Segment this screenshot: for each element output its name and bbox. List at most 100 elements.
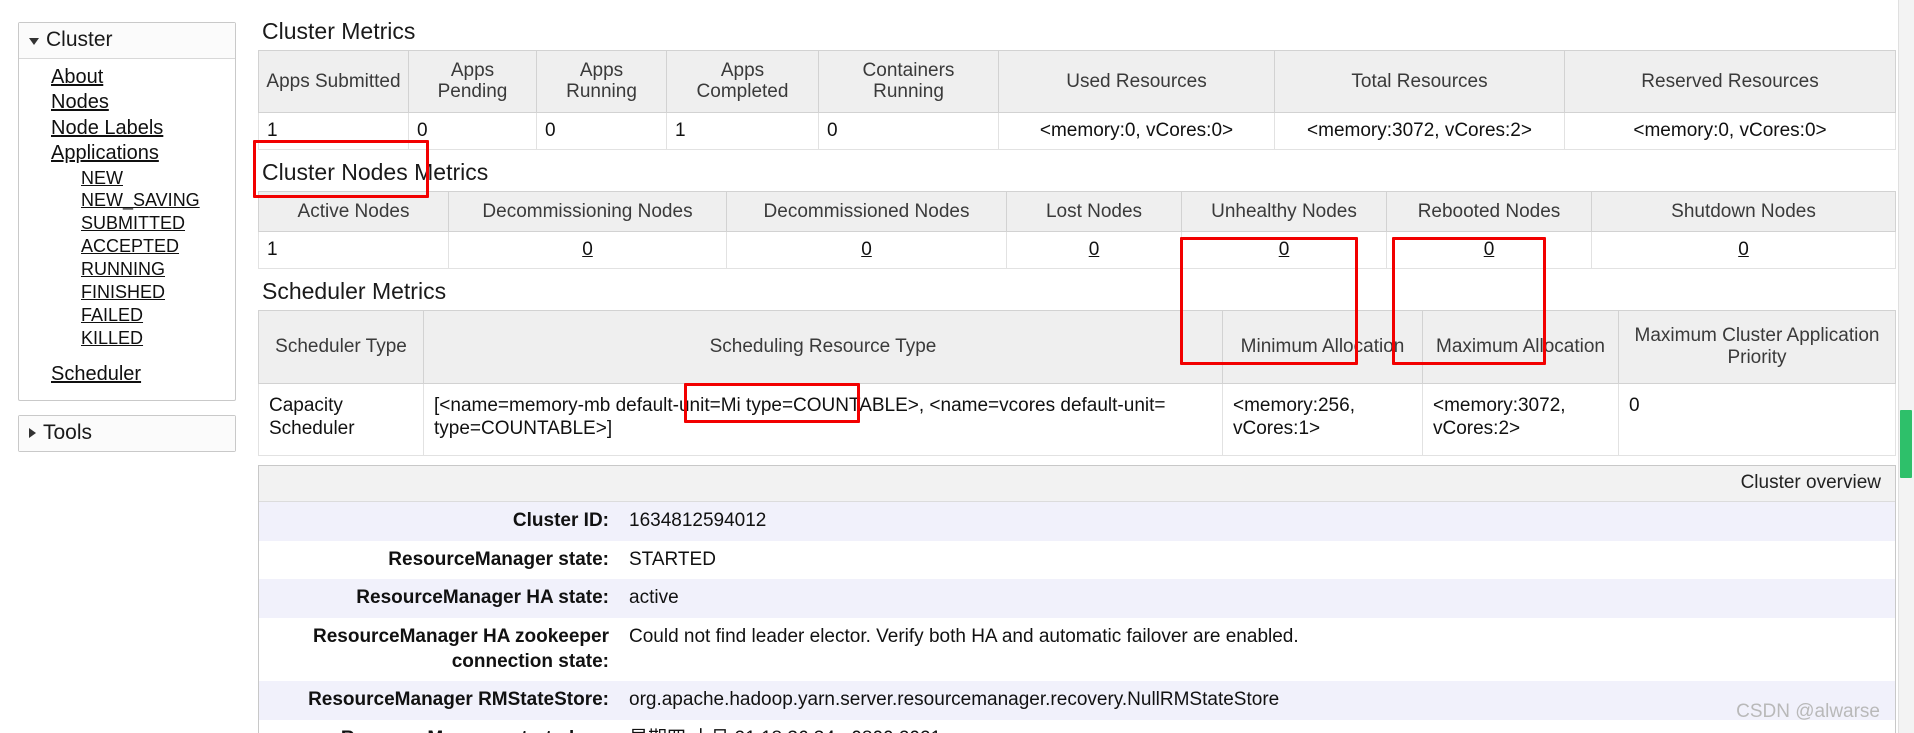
col-active-nodes[interactable]: Active Nodes <box>258 190 449 233</box>
col-shutdown-nodes[interactable]: Shutdown Nodes <box>1591 190 1896 233</box>
cell-rebooted-nodes[interactable]: 0 <box>1386 231 1592 270</box>
cell-shutdown-nodes[interactable]: 0 <box>1591 231 1896 270</box>
cell-decommissioning-nodes[interactable]: 0 <box>448 231 727 270</box>
cell-rebooted-nodes-link[interactable]: 0 <box>1484 239 1495 260</box>
col-total-resources[interactable]: Total Resources <box>1274 49 1565 114</box>
main-content: Cluster Metrics Apps Submitted Apps Pend… <box>258 18 1898 733</box>
cluster-panel: Cluster About Nodes Node Labels Applicat… <box>18 22 236 401</box>
yarn-resourcemanager-page: Cluster About Nodes Node Labels Applicat… <box>0 0 1914 733</box>
col-max-cluster-app-priority[interactable]: Maximum Cluster Application Priority <box>1618 309 1896 384</box>
label-cluster-id: Cluster ID: <box>259 502 619 541</box>
cell-active-nodes: 1 <box>258 231 449 270</box>
table-row: 1 0 0 1 0 <memory:0, vCores:0> <memory:3… <box>258 112 1896 151</box>
caret-right-icon <box>29 427 36 438</box>
sidebar-item-app-killed[interactable]: KILLED <box>25 327 229 350</box>
col-lost-nodes[interactable]: Lost Nodes <box>1006 190 1182 233</box>
sidebar-item-app-submitted[interactable]: SUBMITTED <box>25 212 229 235</box>
table-header-row: Active Nodes Decommissioning Nodes Decom… <box>258 190 1896 233</box>
cluster-overview-panel: Cluster overview Cluster ID: 16348125940… <box>258 465 1896 733</box>
cluster-nodes-metrics-table: Active Nodes Decommissioning Nodes Decom… <box>258 190 1896 270</box>
cell-unhealthy-nodes[interactable]: 0 <box>1181 231 1387 270</box>
sidebar-item-app-new[interactable]: NEW <box>25 167 229 190</box>
sidebar-item-applications[interactable]: Applications <box>25 141 229 166</box>
overview-row-rm-started-on: ResourceManager started on: 星期四 十月 21 18… <box>259 720 1895 733</box>
sidebar-item-nodes[interactable]: Nodes <box>25 90 229 115</box>
tools-panel-title: Tools <box>43 420 93 444</box>
vertical-scrollbar[interactable] <box>1898 0 1914 733</box>
cell-max-cluster-app-priority: 0 <box>1618 382 1896 456</box>
cell-scheduling-resource-type: [<name=memory-mb default-unit=Mi type=CO… <box>423 382 1223 456</box>
cell-apps-completed: 1 <box>666 112 819 151</box>
cell-unhealthy-nodes-link[interactable]: 0 <box>1279 239 1290 260</box>
scrollbar-thumb[interactable] <box>1900 410 1912 478</box>
value-rmstatestore: org.apache.hadoop.yarn.server.resourcema… <box>619 681 1895 721</box>
col-unhealthy-nodes[interactable]: Unhealthy Nodes <box>1181 190 1387 233</box>
col-decommissioning-nodes[interactable]: Decommissioning Nodes <box>448 190 727 233</box>
col-scheduling-resource-type[interactable]: Scheduling Resource Type <box>423 309 1223 384</box>
col-rebooted-nodes[interactable]: Rebooted Nodes <box>1386 190 1592 233</box>
cell-lost-nodes-link[interactable]: 0 <box>1089 239 1100 260</box>
table-header-row: Scheduler Type Scheduling Resource Type … <box>258 309 1896 384</box>
cluster-metrics-title: Cluster Metrics <box>262 18 416 44</box>
cell-lost-nodes[interactable]: 0 <box>1006 231 1182 270</box>
label-zk-connection-state: ResourceManager HA zookeeper connection … <box>259 618 619 682</box>
col-scheduler-type[interactable]: Scheduler Type <box>258 309 424 384</box>
cell-decommissioned-nodes-link[interactable]: 0 <box>861 239 872 260</box>
overview-row-rmstatestore: ResourceManager RMStateStore: org.apache… <box>259 681 1895 721</box>
overview-row-rm-ha-state: ResourceManager HA state: active <box>259 579 1895 619</box>
cluster-nodes-metrics-table-wrap: Active Nodes Decommissioning Nodes Decom… <box>258 190 1898 270</box>
col-reserved-resources[interactable]: Reserved Resources <box>1564 49 1896 114</box>
col-decommissioned-nodes[interactable]: Decommissioned Nodes <box>726 190 1007 233</box>
cell-shutdown-nodes-link[interactable]: 0 <box>1738 239 1749 260</box>
sidebar: Cluster About Nodes Node Labels Applicat… <box>18 22 236 466</box>
sidebar-item-app-failed[interactable]: FAILED <box>25 304 229 327</box>
tools-panel: Tools <box>18 414 236 452</box>
label-rmstatestore: ResourceManager RMStateStore: <box>259 681 619 721</box>
col-maximum-allocation[interactable]: Maximum Allocation <box>1422 309 1619 384</box>
tools-panel-header[interactable]: Tools <box>19 415 235 451</box>
value-cluster-id: 1634812594012 <box>619 502 1895 541</box>
sidebar-item-app-running[interactable]: RUNNING <box>25 258 229 281</box>
cell-total-resources: <memory:3072, vCores:2> <box>1274 112 1565 151</box>
cell-reserved-resources: <memory:0, vCores:0> <box>1564 112 1896 151</box>
col-apps-running[interactable]: Apps Running <box>536 49 667 114</box>
cell-containers-running: 0 <box>818 112 999 151</box>
sidebar-item-node-labels[interactable]: Node Labels <box>25 116 229 141</box>
value-rm-state: STARTED <box>619 540 1895 580</box>
cluster-panel-header[interactable]: Cluster <box>19 23 235 59</box>
cell-apps-pending: 0 <box>408 112 537 151</box>
sidebar-item-app-accepted[interactable]: ACCEPTED <box>25 235 229 258</box>
col-apps-pending[interactable]: Apps Pending <box>408 49 537 114</box>
scheduler-metrics-title: Scheduler Metrics <box>262 278 447 305</box>
label-rm-ha-state: ResourceManager HA state: <box>259 579 619 619</box>
caret-down-icon <box>29 38 39 45</box>
sidebar-item-about[interactable]: About <box>25 65 229 90</box>
col-containers-running[interactable]: Containers Running <box>818 49 999 114</box>
col-apps-submitted[interactable]: Apps Submitted <box>258 49 409 114</box>
overview-row-zk-connection-state: ResourceManager HA zookeeper connection … <box>259 618 1895 682</box>
label-rm-state: ResourceManager state: <box>259 540 619 580</box>
col-used-resources[interactable]: Used Resources <box>998 49 1275 114</box>
scheduler-metrics-table-wrap: Scheduler Type Scheduling Resource Type … <box>258 309 1898 456</box>
value-rm-ha-state: active <box>619 579 1895 619</box>
cluster-overview-table: Cluster ID: 1634812594012 ResourceManage… <box>259 502 1895 733</box>
sidebar-item-app-finished[interactable]: FINISHED <box>25 281 229 304</box>
cell-decommissioning-nodes-link[interactable]: 0 <box>582 239 593 260</box>
col-minimum-allocation[interactable]: Minimum Allocation <box>1222 309 1423 384</box>
cell-apps-running: 0 <box>536 112 667 151</box>
overview-row-cluster-id: Cluster ID: 1634812594012 <box>259 502 1895 541</box>
cluster-panel-body: About Nodes Node Labels Applications NEW… <box>19 59 235 400</box>
value-zk-connection-state: Could not find leader elector. Verify bo… <box>619 618 1895 682</box>
col-apps-completed[interactable]: Apps Completed <box>666 49 819 114</box>
cluster-metrics-table-wrap: Apps Submitted Apps Pending Apps Running… <box>258 49 1898 151</box>
cluster-nodes-metrics-title: Cluster Nodes Metrics <box>262 159 489 186</box>
cell-scheduler-type: Capacity Scheduler <box>258 382 424 456</box>
scheduler-metrics-table: Scheduler Type Scheduling Resource Type … <box>258 309 1896 456</box>
cell-decommissioned-nodes[interactable]: 0 <box>726 231 1007 270</box>
cluster-panel-title: Cluster <box>46 28 113 51</box>
overview-row-rm-state: ResourceManager state: STARTED <box>259 540 1895 580</box>
sidebar-item-scheduler[interactable]: Scheduler <box>25 362 229 387</box>
cell-apps-submitted: 1 <box>258 112 409 151</box>
cell-used-resources: <memory:0, vCores:0> <box>998 112 1275 151</box>
sidebar-item-app-new-saving[interactable]: NEW_SAVING <box>25 189 229 212</box>
